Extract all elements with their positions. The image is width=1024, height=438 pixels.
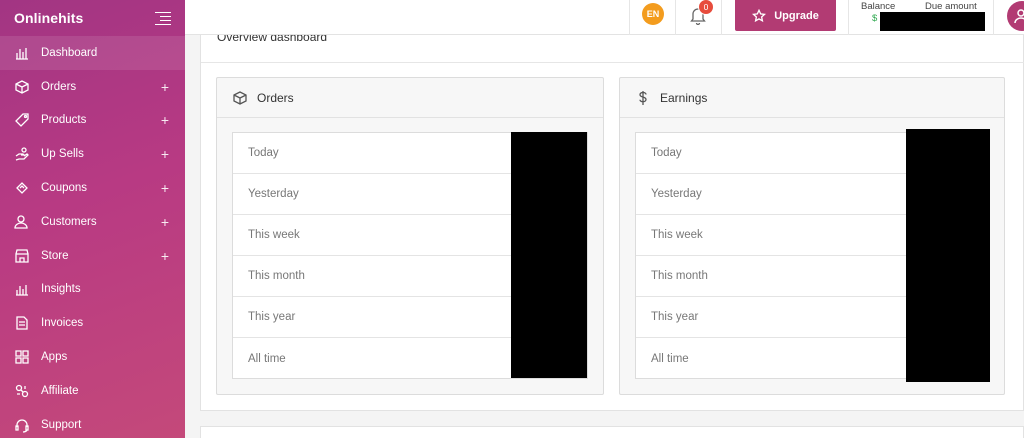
sidebar-item-label: Invoices: [41, 317, 84, 330]
divider: [993, 0, 994, 35]
hand-coin-icon: [13, 145, 31, 163]
sidebar-item-affiliate[interactable]: Affiliate: [0, 374, 185, 408]
tag-icon: [13, 111, 31, 129]
headset-icon: [13, 416, 31, 434]
sidebar-item-label: Orders: [41, 80, 77, 93]
due-amount-label: Due amount: [925, 1, 977, 12]
menu-toggle-icon[interactable]: [155, 11, 171, 25]
orders-card-header: Orders: [217, 78, 603, 118]
box-icon: [233, 90, 247, 105]
sidebar-item-dashboard[interactable]: Dashboard: [0, 36, 185, 70]
sidebar-item-store[interactable]: Store +: [0, 239, 185, 273]
apps-icon: [13, 348, 31, 366]
box-icon: [13, 78, 31, 96]
users-icon: [13, 213, 31, 231]
sidebar-item-label: Products: [41, 114, 87, 127]
earnings-card-title: Earnings: [660, 90, 708, 105]
sidebar-item-label: Apps: [41, 351, 68, 364]
divider: [201, 62, 1024, 63]
sidebar-item-products[interactable]: Products +: [0, 104, 185, 138]
expand-plus-icon[interactable]: +: [159, 146, 171, 162]
sidebar-item-label: Affiliate: [41, 384, 79, 397]
insights-icon: [13, 280, 31, 298]
sidebar-item-customers[interactable]: Customers +: [0, 205, 185, 239]
sidebar-item-invoices[interactable]: Invoices: [0, 306, 185, 340]
balance-label: Balance: [861, 1, 896, 12]
redacted-earnings-values: [906, 129, 990, 382]
balance-currency: $: [872, 13, 878, 24]
sidebar-item-insights[interactable]: Insights: [0, 273, 185, 307]
sidebar-item-up-sells[interactable]: Up Sells +: [0, 137, 185, 171]
expand-plus-icon[interactable]: +: [159, 214, 171, 230]
divider: [848, 0, 849, 35]
divider: [721, 0, 722, 35]
expand-plus-icon[interactable]: +: [159, 248, 171, 264]
coupon-icon: [13, 179, 31, 197]
divider: [629, 0, 630, 35]
upgrade-label: Upgrade: [774, 9, 819, 22]
sidebar: Onlinehits Dashboard Orders + Products +…: [0, 0, 185, 438]
store-icon: [13, 247, 31, 265]
expand-plus-icon[interactable]: +: [159, 180, 171, 196]
star-icon: [752, 8, 767, 22]
sidebar-item-label: Store: [41, 249, 69, 262]
redacted-balance-values: [880, 12, 985, 31]
sidebar-item-label: Up Sells: [41, 148, 84, 161]
next-panel: [200, 426, 1024, 438]
sidebar-item-orders[interactable]: Orders +: [0, 70, 185, 104]
brand: Onlinehits: [0, 0, 185, 35]
sidebar-item-label: Coupons: [41, 182, 88, 195]
orders-card-title: Orders: [257, 90, 294, 105]
bar-chart-icon: [13, 44, 31, 62]
sidebar-nav: Dashboard Orders + Products + Up Sells +…: [0, 36, 185, 438]
sidebar-item-apps[interactable]: Apps: [0, 340, 185, 374]
notification-badge: 0: [698, 0, 714, 15]
affiliate-icon: [13, 382, 31, 400]
divider: [675, 0, 676, 35]
sidebar-item-label: Dashboard: [41, 46, 98, 59]
avatar[interactable]: [1007, 1, 1024, 31]
expand-plus-icon[interactable]: +: [159, 112, 171, 128]
redacted-orders-values: [511, 132, 587, 378]
sidebar-item-label: Customers: [41, 215, 97, 228]
dollar-icon: [639, 90, 647, 105]
earnings-card-header: Earnings: [620, 78, 1004, 118]
upgrade-button[interactable]: Upgrade: [735, 0, 836, 31]
expand-plus-icon[interactable]: +: [159, 79, 171, 95]
invoice-icon: [13, 314, 31, 332]
language-selector[interactable]: EN: [642, 3, 664, 25]
sidebar-item-label: Insights: [41, 283, 81, 296]
sidebar-item-support[interactable]: Support: [0, 408, 185, 438]
sidebar-item-coupons[interactable]: Coupons +: [0, 171, 185, 205]
brand-name: Onlinehits: [14, 9, 84, 26]
user-icon: [1014, 9, 1024, 24]
topbar: EN 0 Upgrade Balance $ Due amount: [185, 0, 1024, 35]
sidebar-item-label: Support: [41, 418, 82, 431]
